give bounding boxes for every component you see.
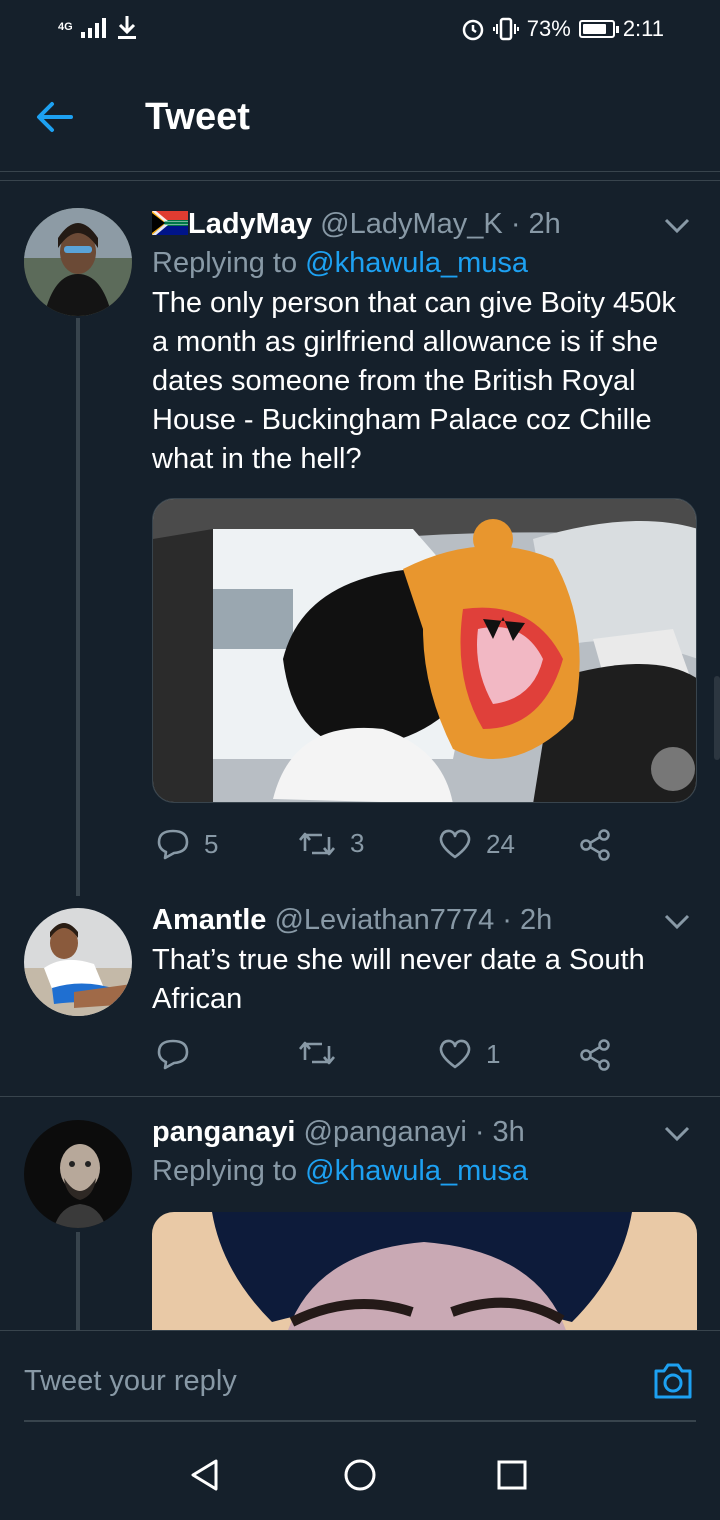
tweet-header: Amantle @Leviathan7774 · 2h (152, 904, 697, 937)
like-count: 1 (486, 1038, 501, 1069)
retweet-icon (299, 1041, 335, 1065)
tweet-media-image[interactable] (152, 1212, 697, 1330)
network-type: 4G (58, 21, 73, 33)
retweet-action[interactable]: 3 (298, 828, 364, 859)
alarm-icon (462, 19, 484, 41)
camera-icon[interactable] (652, 1361, 694, 1401)
reply-action[interactable] (156, 1038, 204, 1070)
avatar[interactable] (24, 208, 132, 316)
chevron-down-icon[interactable] (662, 912, 692, 932)
scroll-indicator[interactable] (714, 676, 720, 760)
reply-input[interactable]: Tweet your reply (24, 1365, 237, 1398)
handle[interactable]: @Leviathan7774 (274, 904, 494, 936)
reply-count: 5 (204, 828, 219, 859)
tweet-panganayi[interactable]: panganayi @panganayi · 3h Replying to @k… (0, 1108, 720, 1330)
signal-icon (80, 18, 106, 38)
divider (0, 180, 720, 181)
share-action[interactable] (578, 1038, 612, 1072)
chevron-down-icon[interactable] (662, 216, 692, 236)
divider (0, 1096, 720, 1097)
like-action[interactable]: 24 (438, 828, 515, 860)
timestamp: · 2h (510, 208, 561, 240)
avatar-image (24, 208, 132, 316)
clock: 2:11 (622, 16, 664, 41)
mention-link[interactable]: @khawula_musa (305, 1155, 528, 1187)
mention-link[interactable]: @khawula_musa (305, 247, 528, 279)
system-nav-bar (0, 1430, 720, 1520)
retweet-count: 3 (350, 828, 365, 858)
timestamp: · 3h (474, 1116, 525, 1148)
page-title: Tweet (145, 96, 250, 138)
thread-line (76, 318, 80, 896)
app-header: Tweet (0, 62, 720, 172)
status-bar: 4G 73% 2:11 (0, 0, 720, 62)
replying-label: Replying to (152, 247, 298, 279)
heart-icon (439, 829, 471, 859)
replying-to: Replying to @khawula_musa (152, 1155, 697, 1188)
reply-icon (157, 829, 189, 860)
tweet-text: The only person that can give Boity 450k… (152, 287, 676, 475)
tweet-amantle[interactable]: Amantle @Leviathan7774 · 2h That’s true … (0, 896, 720, 1096)
nav-home-icon[interactable] (343, 1458, 377, 1492)
avatar-image (24, 1120, 132, 1228)
share-action[interactable] (578, 828, 612, 862)
tweet-actions: 1 (152, 1038, 622, 1078)
display-name[interactable]: panganayi (152, 1116, 295, 1148)
back-arrow-icon (37, 102, 73, 132)
retweet-action[interactable] (298, 1038, 350, 1068)
battery-percent: 73% (526, 16, 571, 41)
back-button[interactable] (30, 92, 80, 142)
nav-back-icon[interactable] (188, 1458, 222, 1492)
nav-recents-icon[interactable] (495, 1458, 529, 1492)
display-name[interactable]: LadyMay (188, 208, 312, 240)
reply-icon (157, 1039, 189, 1070)
reply-bar: Tweet your reply (0, 1330, 720, 1430)
tweet-header: panganayi @panganayi · 3h (152, 1116, 697, 1149)
vibrate-icon (492, 17, 519, 41)
display-name[interactable]: Amantle (152, 904, 266, 936)
chevron-down-icon[interactable] (662, 1124, 692, 1144)
like-count: 24 (486, 828, 515, 859)
avatar-image (24, 908, 132, 1016)
reply-action[interactable]: 5 (156, 828, 218, 860)
timestamp: · 2h (502, 904, 553, 936)
share-icon (580, 829, 610, 861)
media-image (153, 499, 696, 802)
like-action[interactable]: 1 (438, 1038, 500, 1070)
south-africa-flag-icon (152, 211, 188, 235)
tweet-header: LadyMay @LadyMay_K · 2h (152, 208, 697, 241)
handle[interactable]: @panganayi (304, 1116, 467, 1148)
avatar[interactable] (24, 1120, 132, 1228)
retweet-icon (299, 832, 335, 855)
download-icon (117, 16, 136, 39)
media-image (152, 1212, 697, 1330)
battery-icon (578, 20, 619, 38)
tweet-ladymay[interactable]: LadyMay @LadyMay_K · 2h Replying to @kha… (0, 196, 720, 896)
tweet-text: That’s true she will never date a South … (152, 944, 645, 1015)
tweet-actions: 5 3 24 (152, 828, 622, 868)
reply-underline (24, 1420, 696, 1422)
replying-to: Replying to @khawula_musa (152, 247, 697, 280)
tweet-media-gif[interactable] (152, 498, 697, 803)
thread-line (76, 1232, 80, 1330)
replying-label: Replying to (152, 1155, 298, 1187)
heart-icon (439, 1039, 471, 1069)
avatar[interactable] (24, 908, 132, 1016)
handle[interactable]: @LadyMay_K (320, 208, 503, 240)
share-icon (580, 1039, 610, 1071)
